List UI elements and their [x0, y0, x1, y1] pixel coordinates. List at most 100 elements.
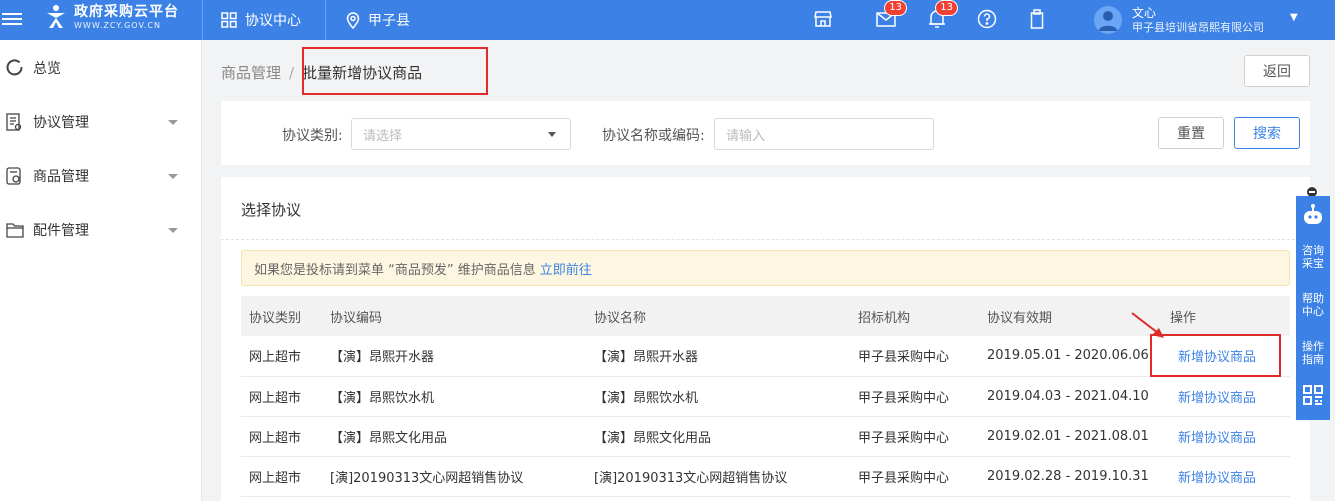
notice-banner: 如果您是投标请到菜单 “商品预发” 维护商品信息 立即前往	[241, 250, 1290, 286]
divider	[221, 239, 1310, 240]
col-header-code: 协议编码	[322, 296, 586, 336]
goods-icon	[6, 167, 22, 185]
chevron-down-icon	[168, 227, 178, 233]
breadcrumb-parent[interactable]: 商品管理	[221, 62, 281, 83]
cell-name: [演]20190313文心网超销售协议	[586, 456, 850, 497]
cell-name: 【演】昂熙文化用品	[586, 416, 850, 457]
mail-icon[interactable]: 13	[875, 0, 907, 30]
add-agreement-goods-link[interactable]: 新增协议商品	[1162, 416, 1290, 457]
table-row: 网上超市 【演】昂熙开水器 【演】昂熙开水器 甲子县采购中心 2019.05.0…	[241, 336, 1290, 377]
cell-type: 网上超市	[241, 456, 322, 497]
col-header-action: 操作	[1162, 296, 1290, 336]
sidebar-item-label: 配件管理	[33, 223, 89, 239]
consult-caibao-button[interactable]: 咨询 采宝	[1296, 244, 1330, 270]
cell-org: 甲子县采购中心	[850, 336, 979, 377]
highlight-box-title	[302, 47, 488, 95]
sidebar: 总览 协议管理 商品管理 配件管理	[0, 40, 202, 501]
breadcrumb-separator: /	[289, 63, 295, 82]
chevron-down-icon	[168, 173, 178, 179]
robot-icon	[1296, 202, 1330, 231]
chevron-down-icon: ▼	[1290, 12, 1298, 23]
logo[interactable]: 政府采购云平台 WWW.ZCY.GOV.CN	[44, 4, 179, 30]
avatar	[1094, 6, 1122, 34]
cell-period: 2019.02.01 - 2021.08.01	[979, 416, 1162, 457]
logo-subtitle: WWW.ZCY.GOV.CN	[74, 20, 161, 30]
top-bar: 政府采购云平台 WWW.ZCY.GOV.CN 协议中心 甲子县 13 13 文心…	[0, 0, 1335, 40]
bell-icon[interactable]: 13	[926, 0, 958, 30]
float-label: 咨询	[1302, 244, 1324, 257]
grid-icon	[221, 12, 237, 28]
logo-title: 政府采购云平台	[74, 3, 179, 20]
filter-name-label: 协议名称或编码:	[602, 128, 705, 144]
folder-icon	[6, 222, 24, 238]
notice-text: 如果您是投标请到菜单 “商品预发” 维护商品信息	[254, 262, 536, 278]
sidebar-item-goods[interactable]: 商品管理	[0, 149, 202, 203]
table-row: 网上超市 【演】昂熙文化用品 【演】昂熙文化用品 甲子县采购中心 2019.02…	[241, 416, 1290, 457]
user-name: 文心	[1132, 6, 1157, 21]
sidebar-item-label: 商品管理	[33, 169, 89, 185]
cell-code: 【演】昂熙开水器	[322, 336, 586, 377]
back-button[interactable]: 返回	[1244, 55, 1310, 87]
qr-code-icon[interactable]	[1296, 384, 1330, 409]
float-toolbar: 咨询 采宝 帮助 中心 操作 指南	[1296, 196, 1330, 420]
col-header-name: 协议名称	[586, 296, 850, 336]
chevron-down-icon	[168, 119, 178, 125]
float-label: 采宝	[1302, 257, 1324, 270]
help-icon[interactable]	[976, 8, 998, 30]
sidebar-item-label: 总览	[33, 61, 61, 77]
add-agreement-goods-link[interactable]: 新增协议商品	[1162, 376, 1290, 417]
table-row: 网上超市 [演]20190313文心网超销售协议 [演]20190313文心网超…	[241, 456, 1290, 497]
search-button[interactable]: 搜索	[1234, 117, 1300, 149]
col-header-org: 招标机构	[850, 296, 979, 336]
cell-period: 2019.05.01 - 2020.06.06	[979, 336, 1162, 377]
sidebar-item-parts[interactable]: 配件管理	[0, 203, 202, 257]
nav-agreement-center-label: 协议中心	[245, 13, 301, 29]
cell-name: 【演】昂熙开水器	[586, 336, 850, 377]
store-icon[interactable]	[812, 8, 834, 30]
agreement-name-input[interactable]: 请输入	[714, 118, 934, 150]
cell-code: 【演】昂熙饮水机	[322, 376, 586, 417]
cell-code: [演]20190313文心网超销售协议	[322, 456, 586, 497]
cell-org: 甲子县采购中心	[850, 416, 979, 457]
float-label: 指南	[1302, 353, 1324, 366]
cell-type: 网上超市	[241, 416, 322, 457]
notice-link[interactable]: 立即前往	[540, 259, 592, 278]
nav-region-label: 甲子县	[368, 13, 410, 29]
sidebar-item-overview[interactable]: 总览	[0, 41, 202, 95]
cell-org: 甲子县采购中心	[850, 376, 979, 417]
reset-button[interactable]: 重置	[1158, 117, 1224, 149]
operation-guide-button[interactable]: 操作 指南	[1296, 340, 1330, 366]
bell-badge: 13	[935, 0, 958, 16]
caret-down-icon	[548, 132, 556, 137]
cell-name: 【演】昂熙饮水机	[586, 376, 850, 417]
menu-icon[interactable]	[2, 10, 22, 30]
float-label: 中心	[1302, 305, 1324, 318]
cell-type: 网上超市	[241, 336, 322, 377]
location-pin-icon	[346, 11, 360, 29]
filter-type-label: 协议类别:	[282, 128, 343, 144]
agreement-type-select[interactable]: 请选择	[351, 118, 571, 150]
cell-code: 【演】昂熙文化用品	[322, 416, 586, 457]
cell-period: 2019.04.03 - 2021.04.10	[979, 376, 1162, 417]
agreement-name-placeholder: 请输入	[726, 128, 766, 144]
document-icon	[6, 113, 22, 131]
nav-region[interactable]: 甲子县	[346, 0, 410, 40]
logo-mark-icon	[44, 4, 68, 30]
add-agreement-goods-link[interactable]: 新增协议商品	[1162, 456, 1290, 497]
col-header-type: 协议类别	[241, 296, 322, 336]
mail-badge: 13	[884, 0, 907, 16]
cell-period: 2019.02.28 - 2019.10.31	[979, 456, 1162, 497]
nav-agreement-center[interactable]: 协议中心	[221, 0, 301, 40]
help-center-button[interactable]: 帮助 中心	[1296, 292, 1330, 318]
cell-org: 甲子县采购中心	[850, 456, 979, 497]
sidebar-item-agreement[interactable]: 协议管理	[0, 95, 202, 149]
user-org: 甲子县培训省昂熙有限公司	[1132, 20, 1264, 34]
cell-type: 网上超市	[241, 376, 322, 417]
float-label: 操作	[1302, 340, 1324, 353]
user-menu[interactable]: 文心 甲子县培训省昂熙有限公司 ▼	[1094, 0, 1298, 40]
highlight-box-action	[1150, 334, 1281, 377]
agreement-type-placeholder: 请选择	[363, 128, 403, 144]
section-title: 选择协议	[241, 201, 302, 219]
dashboard-icon	[6, 59, 24, 77]
clipboard-icon[interactable]	[1026, 8, 1048, 30]
